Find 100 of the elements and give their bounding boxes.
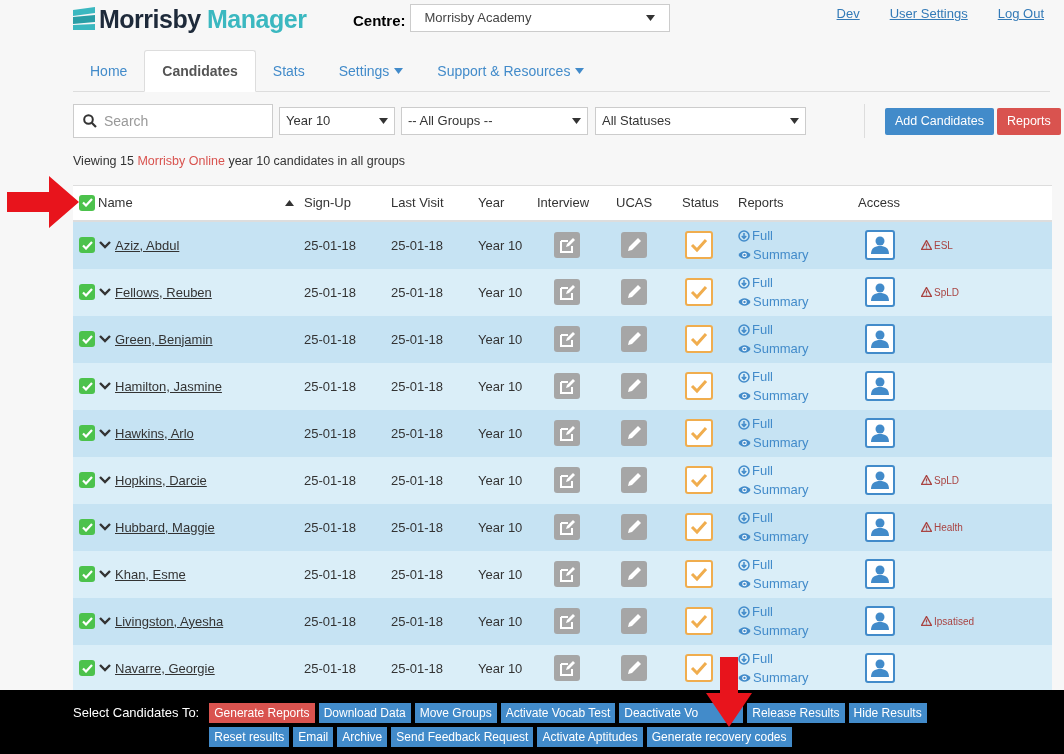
status-check-icon[interactable] xyxy=(685,325,713,354)
column-header[interactable]: Status xyxy=(682,193,719,213)
interview-icon[interactable] xyxy=(554,655,580,682)
checkbox[interactable] xyxy=(79,237,95,254)
report-link[interactable]: Summary xyxy=(738,480,858,500)
pencil-icon[interactable] xyxy=(621,232,647,259)
pencil-icon[interactable] xyxy=(621,514,647,541)
bulk-action-button[interactable]: Move Groups xyxy=(414,703,497,723)
status-select[interactable]: All Statuses xyxy=(595,107,806,135)
person-icon[interactable] xyxy=(865,324,895,355)
checkbox[interactable] xyxy=(79,284,95,301)
column-header[interactable]: UCAS xyxy=(616,193,653,213)
candidate-link[interactable]: Hamilton, Jasmine xyxy=(115,376,222,396)
chevron-icon[interactable] xyxy=(99,523,111,532)
report-link[interactable]: Full xyxy=(738,414,858,434)
bulk-action-button[interactable]: Send Feedback Request xyxy=(391,727,534,747)
action-button[interactable]: Add Candidates xyxy=(885,107,994,135)
column-header[interactable]: Interview xyxy=(537,193,590,213)
interview-icon[interactable] xyxy=(554,373,580,400)
report-link[interactable]: Full xyxy=(738,461,858,481)
report-link[interactable]: Summary xyxy=(738,433,858,453)
report-link[interactable]: Full xyxy=(738,367,858,387)
chevron-icon[interactable] xyxy=(99,429,111,438)
year-select[interactable]: Year 10 xyxy=(279,107,395,135)
column-header[interactable]: Name xyxy=(98,193,133,213)
checkbox[interactable] xyxy=(79,613,95,630)
chevron-icon[interactable] xyxy=(99,570,111,579)
chevron-icon[interactable] xyxy=(99,335,111,344)
chevron-icon[interactable] xyxy=(99,241,111,250)
report-link[interactable]: Full xyxy=(738,273,858,293)
column-header[interactable]: Year xyxy=(478,193,505,213)
chevron-icon[interactable] xyxy=(99,382,111,391)
status-check-icon[interactable] xyxy=(685,513,713,542)
nav-tab[interactable]: Settings xyxy=(321,50,421,92)
nav-tab[interactable]: Candidates xyxy=(144,50,256,92)
person-icon[interactable] xyxy=(865,606,895,637)
search-field[interactable]: Search xyxy=(73,104,273,138)
chevron-icon[interactable] xyxy=(99,476,111,485)
bulk-action-button[interactable]: Download Data xyxy=(318,703,411,723)
header-link[interactable]: Dev xyxy=(836,4,860,24)
status-check-icon[interactable] xyxy=(685,607,713,636)
group-select[interactable]: -- All Groups -- xyxy=(401,107,588,135)
checkbox[interactable] xyxy=(79,472,95,489)
person-icon[interactable] xyxy=(865,653,895,684)
checkbox[interactable] xyxy=(79,194,95,211)
bulk-action-button[interactable]: Release Results xyxy=(747,703,845,723)
pencil-icon[interactable] xyxy=(621,279,647,306)
interview-icon[interactable] xyxy=(554,561,580,588)
person-icon[interactable] xyxy=(865,371,895,402)
person-icon[interactable] xyxy=(865,465,895,496)
report-link[interactable]: Summary xyxy=(738,527,858,547)
chevron-icon[interactable] xyxy=(99,664,111,673)
centre-select[interactable]: Morrisby Academy xyxy=(409,4,670,32)
candidate-link[interactable]: Hubbard, Maggie xyxy=(115,517,215,537)
report-link[interactable]: Summary xyxy=(738,245,858,265)
report-link[interactable]: Summary xyxy=(738,574,858,594)
candidate-link[interactable]: Navarre, Georgie xyxy=(115,658,215,678)
nav-tab[interactable]: Home xyxy=(73,50,145,92)
report-link[interactable]: Full xyxy=(738,555,858,575)
person-icon[interactable] xyxy=(865,277,895,308)
report-link[interactable]: Summary xyxy=(738,621,858,641)
interview-icon[interactable] xyxy=(554,232,580,259)
report-link[interactable]: Full xyxy=(738,320,858,340)
bulk-action-button[interactable]: Generate Reports xyxy=(209,703,315,723)
candidate-link[interactable]: Hopkins, Darcie xyxy=(115,470,207,490)
report-link[interactable]: Full xyxy=(738,226,858,246)
pencil-icon[interactable] xyxy=(621,561,647,588)
person-icon[interactable] xyxy=(865,512,895,543)
interview-icon[interactable] xyxy=(554,420,580,447)
status-check-icon[interactable] xyxy=(685,278,713,307)
bulk-action-button[interactable]: Activate Aptitudes xyxy=(537,727,643,747)
checkbox[interactable] xyxy=(79,660,95,677)
interview-icon[interactable] xyxy=(554,279,580,306)
bulk-action-button[interactable]: Reset results xyxy=(209,727,290,747)
column-header[interactable]: Last Visit xyxy=(391,193,444,213)
candidate-link[interactable]: Khan, Esme xyxy=(115,564,186,584)
column-header[interactable]: Access xyxy=(858,193,900,213)
status-check-icon[interactable] xyxy=(685,419,713,448)
interview-icon[interactable] xyxy=(554,326,580,353)
nav-tab[interactable]: Support & Resources xyxy=(420,50,602,92)
candidate-link[interactable]: Hawkins, Arlo xyxy=(115,423,194,443)
column-header[interactable]: Reports xyxy=(738,193,784,213)
pencil-icon[interactable] xyxy=(621,608,647,635)
status-check-icon[interactable] xyxy=(685,654,713,683)
status-check-icon[interactable] xyxy=(685,231,713,260)
pencil-icon[interactable] xyxy=(621,326,647,353)
header-link[interactable]: User Settings xyxy=(889,4,968,24)
status-check-icon[interactable] xyxy=(685,466,713,495)
candidate-link[interactable]: Aziz, Abdul xyxy=(115,235,180,255)
header-link[interactable]: Log Out xyxy=(997,4,1044,24)
chevron-icon[interactable] xyxy=(99,617,111,626)
interview-icon[interactable] xyxy=(554,608,580,635)
report-link[interactable]: Summary xyxy=(738,668,858,688)
status-check-icon[interactable] xyxy=(685,560,713,589)
checkbox[interactable] xyxy=(79,378,95,395)
report-link[interactable]: Full xyxy=(738,649,858,669)
pencil-icon[interactable] xyxy=(621,655,647,682)
candidate-link[interactable]: Green, Benjamin xyxy=(115,329,213,349)
bulk-action-button[interactable]: Hide Results xyxy=(848,703,927,723)
status-check-icon[interactable] xyxy=(685,372,713,401)
